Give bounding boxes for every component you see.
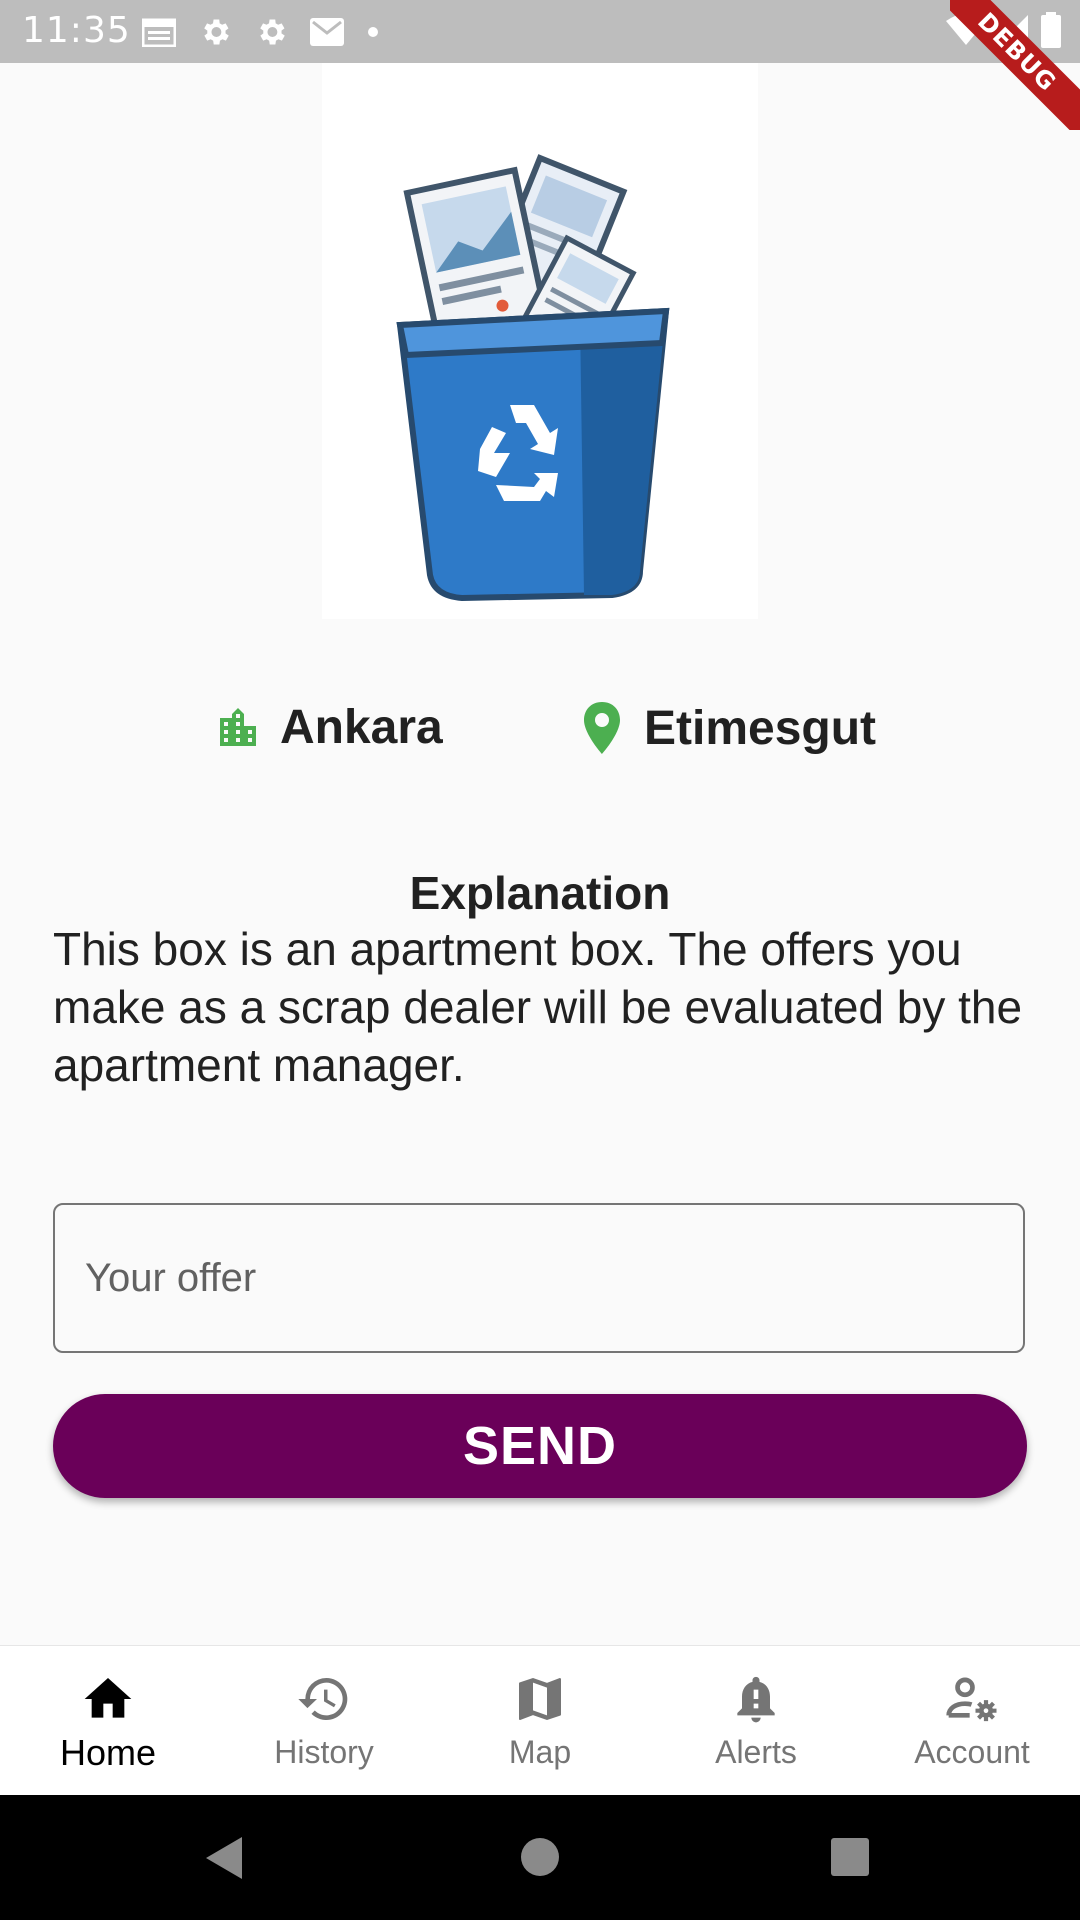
gear-icon xyxy=(204,19,229,45)
nav-item-alerts[interactable]: Alerts xyxy=(648,1646,864,1796)
nav-item-map[interactable]: Map xyxy=(432,1646,648,1796)
explanation-title: Explanation xyxy=(409,867,671,919)
bottom-navigation: Home History Map Alerts Account xyxy=(0,1645,1080,1795)
dot-icon xyxy=(368,27,378,37)
history-icon xyxy=(298,1678,348,1720)
back-icon[interactable] xyxy=(204,1835,244,1881)
offer-input[interactable] xyxy=(55,1205,1023,1351)
district-info: Etimesgut xyxy=(578,700,876,756)
status-notification-icons xyxy=(142,14,380,50)
nav-item-history[interactable]: History xyxy=(216,1646,432,1796)
send-button[interactable]: SEND xyxy=(53,1394,1027,1498)
gear-icon xyxy=(260,19,285,45)
home-circle-icon[interactable] xyxy=(520,1837,560,1877)
location-row: Ankara Etimesgut xyxy=(0,700,1080,760)
account-settings-icon xyxy=(946,1677,997,1722)
city-building-icon xyxy=(220,707,256,746)
recycle-bin-image xyxy=(396,154,670,602)
status-time: 11:35 xyxy=(22,10,131,51)
bell-icon xyxy=(737,1676,775,1723)
debug-banner-clip: DEBUG xyxy=(950,0,1080,130)
nav-item-home[interactable]: Home xyxy=(0,1646,216,1796)
city-name: Ankara xyxy=(280,701,443,754)
recents-icon[interactable] xyxy=(830,1837,870,1877)
debug-banner: DEBUG xyxy=(950,0,1080,130)
calendar-icon xyxy=(142,18,176,47)
offer-field[interactable] xyxy=(53,1203,1025,1353)
nav-label-home: Home xyxy=(59,1732,157,1773)
nav-item-account[interactable]: Account xyxy=(864,1646,1080,1796)
location-pin-icon xyxy=(584,702,620,754)
city-info: Ankara xyxy=(214,700,443,755)
system-navigation-bar xyxy=(0,1795,1080,1920)
nav-label-map: Map xyxy=(508,1734,572,1770)
recycle-bin-illustration xyxy=(322,63,758,619)
nav-label-alerts: Alerts xyxy=(715,1734,797,1770)
nav-label-history: History xyxy=(274,1734,374,1770)
district-name: Etimesgut xyxy=(644,701,877,755)
explanation-text: This box is an apartment box. The offers… xyxy=(53,923,1023,1091)
map-icon xyxy=(519,1678,561,1720)
mail-icon xyxy=(310,18,344,46)
home-icon xyxy=(84,1678,132,1718)
nav-label-account: Account xyxy=(914,1734,1030,1770)
status-bar: 11:35 xyxy=(0,0,1080,63)
